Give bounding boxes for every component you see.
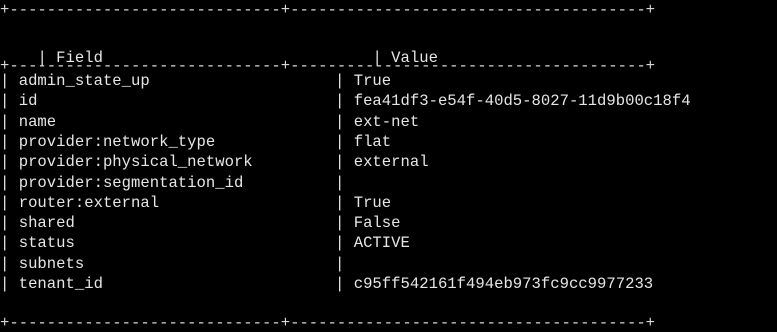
table-header-value: | Value (335, 31, 438, 67)
column-separator: | (0, 72, 19, 90)
row-value: external (353, 153, 429, 171)
column-separator: | (0, 234, 19, 252)
column-separator: | (0, 92, 19, 110)
column-separator: | (0, 275, 19, 293)
row-value: ext-net (353, 113, 420, 131)
row-field: provider:network_type (18, 133, 216, 151)
row-value: fea41df3-e54f-40d5-8027-11d9b00c18f4 (353, 92, 691, 110)
table-row: | provider:segmentation_id (0, 174, 243, 192)
column-separator: | (335, 234, 354, 252)
table-row: | subnets (0, 255, 84, 273)
column-separator: | (335, 153, 354, 171)
table-row-value: | c95ff542161f494eb973fc9cc9977233 (335, 275, 653, 293)
row-value: flat (353, 133, 392, 151)
row-value: True (353, 72, 392, 90)
table-row: | name (0, 113, 56, 131)
row-field: provider:physical_network (18, 153, 253, 171)
column-separator: | (335, 174, 354, 192)
row-field: provider:segmentation_id (18, 174, 244, 192)
column-separator: | (0, 174, 19, 192)
table-bottom-border: +-----------------------------+---------… (0, 314, 656, 332)
table-row-value: | True (335, 194, 391, 212)
table-header-row: | Field (0, 31, 103, 67)
table-top-border: +-----------------------------+---------… (0, 1, 656, 19)
terminal-window: +-----------------------------+---------… (0, 0, 777, 332)
column-separator: | (335, 72, 354, 90)
column-separator: | (335, 133, 354, 151)
column-separator: | (0, 255, 19, 273)
column-separator: | (0, 133, 19, 151)
row-field: router:external (18, 194, 160, 212)
row-field: admin_state_up (18, 72, 150, 90)
row-field: id (18, 92, 38, 110)
row-field: tenant_id (18, 275, 103, 293)
table-row: | id (0, 92, 37, 110)
table-row-value: | False (335, 214, 401, 232)
column-separator: | (0, 113, 19, 131)
table-row: | provider:physical_network (0, 153, 253, 171)
table-row: | status (0, 234, 75, 252)
column-separator: | (0, 214, 19, 232)
table-row: | shared (0, 214, 75, 232)
table-row-value: | ACTIVE (335, 234, 410, 252)
row-value: True (353, 194, 392, 212)
column-separator: | (0, 194, 19, 212)
row-field: subnets (18, 255, 85, 273)
row-value: False (353, 214, 401, 232)
column-separator: | (335, 214, 354, 232)
column-separator: | (335, 194, 354, 212)
column-separator: | (0, 153, 19, 171)
row-value: c95ff542161f494eb973fc9cc9977233 (353, 275, 654, 293)
table-row: | provider:network_type (0, 133, 215, 151)
table-row-value: | external (335, 153, 429, 171)
column-separator: | (335, 113, 354, 131)
row-field: shared (18, 214, 75, 232)
column-separator: | (335, 92, 354, 110)
table-row-value: | True (335, 72, 391, 90)
table-row-value: | (335, 255, 354, 273)
column-separator: | (335, 255, 354, 273)
table-row-value: | flat (335, 133, 391, 151)
table-row-value: | (335, 174, 354, 192)
row-value: ACTIVE (353, 234, 410, 252)
column-separator: | (335, 275, 354, 293)
row-field: name (18, 113, 57, 131)
table-row: | tenant_id (0, 275, 103, 293)
table-row-value: | fea41df3-e54f-40d5-8027-11d9b00c18f4 (335, 92, 691, 110)
table-row: | admin_state_up (0, 72, 150, 90)
table-row-value: | ext-net (335, 113, 419, 131)
table-row: | router:external (0, 194, 159, 212)
row-field: status (18, 234, 75, 252)
